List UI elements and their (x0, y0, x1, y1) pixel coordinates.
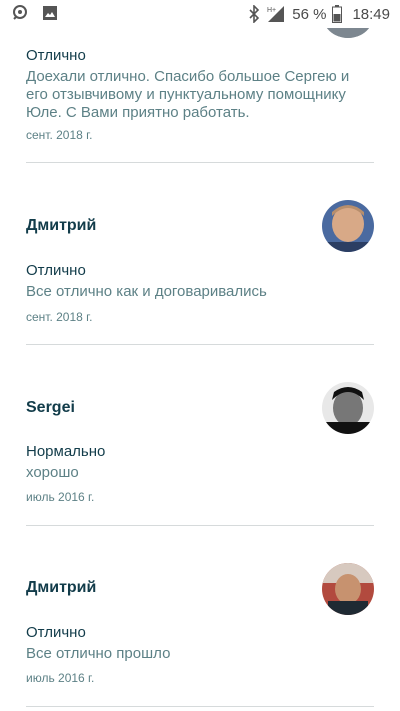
divider (26, 344, 374, 345)
review-card: Sergei Нормально хорошо июль 2016 г. (26, 372, 374, 522)
reviewer-name: Дмитрий (26, 217, 97, 234)
clock: 18:49 (352, 5, 390, 23)
divider (26, 162, 374, 163)
avatar (322, 382, 374, 434)
review-rating: Нормально (26, 443, 106, 460)
signal-icon: H+ (266, 5, 286, 23)
reviewer-name: Sergei (26, 399, 75, 416)
battery-icon (332, 5, 343, 23)
review-text: Все отлично как и договаривались (26, 283, 267, 300)
review-text: Доехали отлично. Спасибо большое Сергею … (26, 68, 350, 121)
battery-percent: 56 % (292, 5, 327, 23)
review-card: Дмитрий Отлично Все отлично как и догова… (26, 190, 374, 340)
review-rating: Отлично (26, 624, 86, 641)
reviewer-name: Дмитрий (26, 579, 97, 596)
review-date: сент. 2018 г. (26, 128, 93, 142)
image-icon (42, 5, 58, 21)
avatar (322, 200, 374, 252)
divider (26, 706, 374, 707)
bluetooth-icon (248, 5, 260, 23)
review-date: сент. 2018 г. (26, 310, 93, 324)
review-date: июль 2016 г. (26, 671, 95, 685)
chat-bubble-icon (12, 5, 30, 21)
review-text: хорошо (26, 464, 79, 481)
review-rating: Отлично (26, 262, 86, 279)
svg-text:H+: H+ (267, 7, 276, 14)
divider (26, 525, 374, 526)
status-bar: H+ 56 % 18:49 (0, 0, 400, 28)
review-text: Все отлично прошло (26, 645, 171, 662)
review-date: июль 2016 г. (26, 490, 95, 504)
review-card: Дмитрий Отлично Все отлично прошло июль … (26, 553, 374, 703)
avatar (322, 563, 374, 615)
review-rating: Отлично (26, 47, 86, 64)
